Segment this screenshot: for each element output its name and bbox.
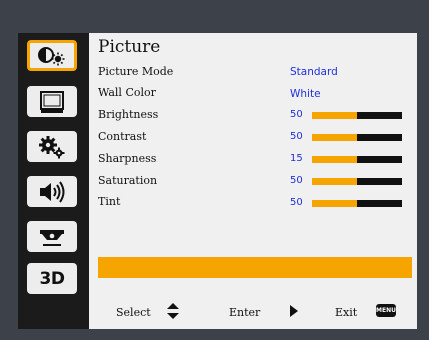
saturation-slider-fill — [312, 178, 357, 185]
volume-icon — [40, 180, 65, 203]
projector-icon — [40, 229, 64, 246]
saturation-value: 50 — [290, 175, 303, 186]
menu-item-saturation[interactable]: Saturation — [98, 174, 157, 187]
osd-screen: 3D Picture Picture Mode Standard Wall Co… — [0, 0, 429, 340]
settings-gears-icon — [39, 135, 65, 158]
footer-select-label: Select — [116, 306, 151, 319]
tint-slider[interactable] — [312, 200, 402, 207]
sidebar-item-picture[interactable] — [27, 40, 77, 71]
brightness-value: 50 — [290, 109, 303, 120]
menu-key-icon: MENU — [376, 304, 396, 317]
picture-icon — [38, 46, 65, 65]
up-down-arrows-icon — [167, 303, 179, 319]
sharpness-slider[interactable] — [312, 156, 402, 163]
menu-item-contrast[interactable]: Contrast — [98, 130, 146, 143]
top-frame — [0, 0, 429, 18]
footer-enter-label: Enter — [229, 306, 261, 319]
saturation-slider[interactable] — [312, 178, 402, 185]
sidebar-item-settings[interactable] — [27, 131, 77, 162]
tint-slider-fill — [312, 200, 357, 207]
brightness-slider-fill — [312, 112, 357, 119]
picture-mode-value[interactable]: Standard — [290, 66, 338, 78]
menu-item-wall-color[interactable]: Wall Color — [98, 86, 156, 99]
contrast-value: 50 — [290, 131, 303, 142]
sidebar-item-projector[interactable] — [27, 221, 77, 252]
menu-item-picture-mode[interactable]: Picture Mode — [98, 65, 173, 78]
menu-item-tint[interactable]: Tint — [98, 195, 120, 208]
menu-item-sharpness[interactable]: Sharpness — [98, 152, 156, 165]
sidebar-item-display[interactable] — [27, 86, 77, 117]
page-title: Picture — [98, 37, 161, 57]
sidebar-item-volume[interactable] — [27, 176, 77, 207]
footer-exit-label: Exit — [335, 306, 358, 319]
3d-icon: 3D — [39, 268, 65, 289]
brightness-slider[interactable] — [312, 112, 402, 119]
menu-item-brightness[interactable]: Brightness — [98, 108, 158, 121]
right-arrow-icon — [290, 305, 298, 317]
contrast-slider-fill — [312, 134, 357, 141]
tint-value: 50 — [290, 197, 303, 208]
highlight-bar — [98, 257, 412, 278]
sharpness-slider-fill — [312, 156, 357, 163]
sharpness-value: 15 — [290, 153, 303, 164]
wall-color-value[interactable]: White — [290, 88, 321, 100]
display-icon — [40, 90, 64, 113]
contrast-slider[interactable] — [312, 134, 402, 141]
sidebar-item-3d[interactable]: 3D — [27, 263, 77, 294]
